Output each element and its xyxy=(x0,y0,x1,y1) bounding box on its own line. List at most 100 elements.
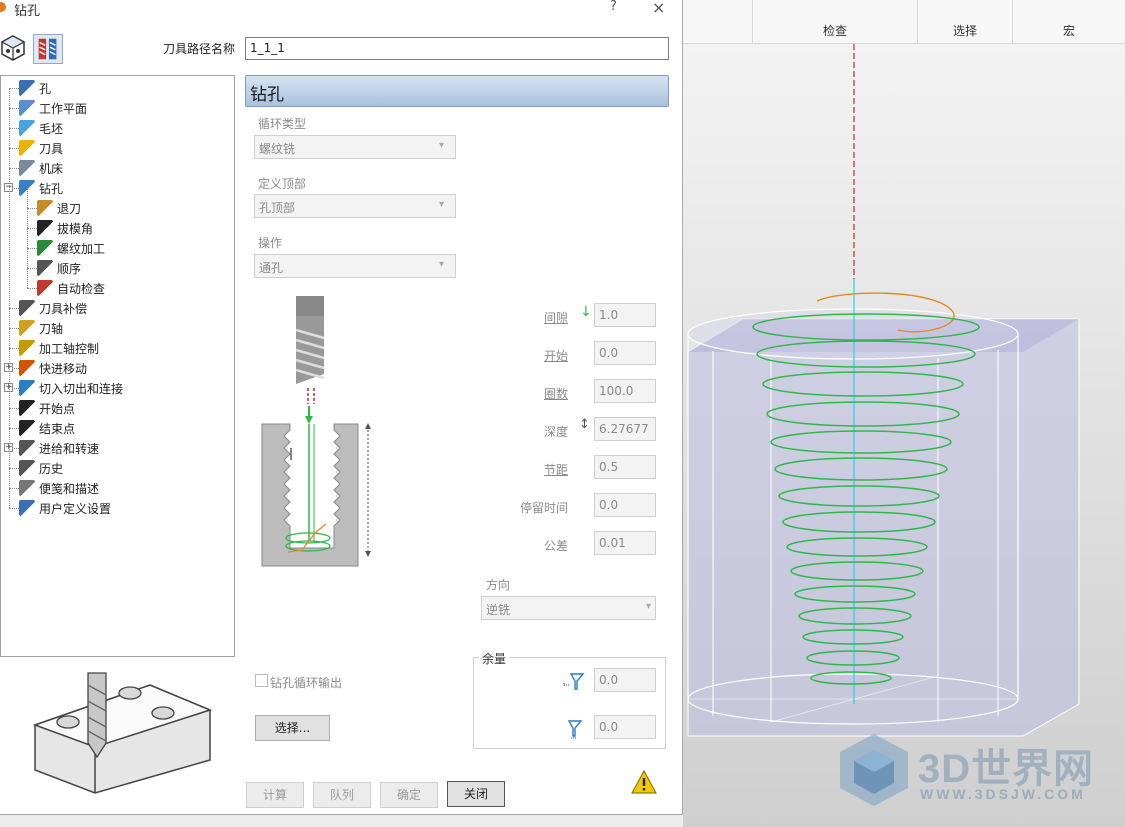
help-button[interactable]: ? xyxy=(610,0,617,14)
tree-item[interactable]: 刀具补偿 xyxy=(19,298,87,318)
tree-item-label: 顺序 xyxy=(57,261,82,276)
tree-item-label: 切入切出和连接 xyxy=(39,381,124,396)
tree-item[interactable]: 进给和转速 xyxy=(19,438,99,458)
tree-item-label: 螺纹加工 xyxy=(57,241,106,256)
tree-item[interactable]: 退刀 xyxy=(37,198,81,218)
tree-item[interactable]: 毛坯 xyxy=(19,118,63,138)
queue-button[interactable]: 队列 xyxy=(313,782,371,808)
tree-item[interactable]: 顺序 xyxy=(37,258,81,278)
define-top-select[interactable]: 孔顶部 ▾ xyxy=(254,194,456,218)
drilling-dialog: 钻孔 ? × 刀具路径名称 1_1_1 孔工作平面 毛坯 刀具 机床 钻孔 − 退刀 拔模角螺… xyxy=(0,0,683,815)
cycle-type-select[interactable]: 螺纹铣 ▾ xyxy=(254,135,456,159)
tree-item[interactable]: 用户定义设置 xyxy=(19,498,111,518)
axial-stock-icon xyxy=(567,720,583,739)
tree-item-label: 工作平面 xyxy=(39,101,88,116)
tree-item[interactable]: 自动检查 xyxy=(37,278,105,298)
pitch-label[interactable]: 节距 xyxy=(544,461,568,478)
section-header: 钻孔 xyxy=(245,75,669,107)
toolpath-name-input[interactable]: 1_1_1 xyxy=(245,37,669,60)
ok-button[interactable]: 确定 xyxy=(380,782,438,808)
tree-item[interactable]: 拔模角 xyxy=(37,218,93,238)
tree-item-label: 进给和转速 xyxy=(39,441,100,456)
tree-item[interactable]: 机床 xyxy=(19,158,63,178)
cycle-type-value: 螺纹铣 xyxy=(259,142,296,156)
depth-label: 深度 xyxy=(544,425,569,439)
drill-cycle-output-label: 钻孔循环输出 xyxy=(270,676,343,690)
turns-label[interactable]: 圈数 xyxy=(544,385,568,402)
axial-stock-field[interactable]: 0.0 xyxy=(594,715,656,739)
tree-connector xyxy=(27,288,37,289)
ribbon-group-select[interactable]: 选择 xyxy=(918,0,1013,44)
dwell-field[interactable]: 0.0 xyxy=(594,493,656,517)
toolpath-template-icon[interactable] xyxy=(0,34,26,62)
operation-select[interactable]: 通孔 ▾ xyxy=(254,254,456,278)
app-icon xyxy=(0,2,6,12)
arrow-down-icon: ↓ xyxy=(580,304,592,320)
hole-icon xyxy=(19,80,35,96)
toolpath-name-label: 刀具路径名称 xyxy=(163,42,236,56)
tree-connector xyxy=(27,228,37,229)
ribbon-group-label: 选择 xyxy=(952,24,977,38)
tree-item-label: 拔模角 xyxy=(57,221,94,236)
tree-item[interactable]: 历史 xyxy=(19,458,63,478)
auto-check-icon xyxy=(37,280,53,296)
drill-cycle-output-checkbox[interactable] xyxy=(255,674,268,687)
tree-item[interactable]: 快进移动 xyxy=(19,358,87,378)
3d-viewport[interactable]: 3D世界网 WWW.3DSJW.COM xyxy=(683,44,1125,827)
dialog-title: 钻孔 xyxy=(14,4,41,19)
tree-connector xyxy=(9,468,19,469)
tree-connector xyxy=(9,108,19,109)
tree-item[interactable]: 开始点 xyxy=(19,398,75,418)
close-button[interactable]: 关闭 xyxy=(447,781,505,807)
tree-item[interactable]: 切入切出和连接 xyxy=(19,378,123,398)
thread-icon xyxy=(37,240,53,256)
tree-item[interactable]: 工作平面 xyxy=(19,98,87,118)
tree-item[interactable]: 结束点 xyxy=(19,418,75,438)
watermark: 3D世界网 WWW.3DSJW.COM xyxy=(838,732,1125,812)
start-label[interactable]: 开始 xyxy=(544,347,568,364)
turns-field[interactable]: 100.0 xyxy=(594,379,656,403)
cycle-type-label: 循环类型 xyxy=(258,117,307,131)
tree-item[interactable]: 刀具 xyxy=(19,138,63,158)
direction-value: 逆铣 xyxy=(486,603,511,617)
toolpath-graphic xyxy=(687,44,1080,737)
tree-item[interactable]: 螺纹加工 xyxy=(37,238,105,258)
tree-connector xyxy=(9,88,19,89)
tree-connector xyxy=(9,408,19,409)
tolerance-label: 公差 xyxy=(544,539,569,553)
direction-select[interactable]: 逆铣 ▾ xyxy=(481,596,656,620)
start-field[interactable]: 0.0 xyxy=(594,341,656,365)
chevron-down-icon: ▾ xyxy=(439,259,445,270)
close-icon[interactable]: × xyxy=(652,0,665,17)
depth-field[interactable]: 6.27677 xyxy=(594,417,656,441)
retract-icon xyxy=(37,200,53,216)
tree-item[interactable]: 便笺和描述 xyxy=(19,478,99,498)
stock-label: 余量 xyxy=(479,650,510,667)
toolpath-display-icon[interactable] xyxy=(33,34,63,64)
clearance-label[interactable]: 间隙 xyxy=(544,309,568,326)
tree-item[interactable]: 钻孔 xyxy=(19,178,63,198)
tree-item[interactable]: 加工轴控制 xyxy=(19,338,99,358)
tree-item[interactable]: 刀轴 xyxy=(19,318,63,338)
radial-stock-field[interactable]: 0.0 xyxy=(594,668,656,692)
calculate-button[interactable]: 计算 xyxy=(246,782,304,808)
tree-item[interactable]: 孔 xyxy=(19,78,51,98)
select-button[interactable]: 选择... xyxy=(255,715,330,741)
tree-item-label: 毛坯 xyxy=(39,121,64,136)
machine-icon xyxy=(19,160,35,176)
ribbon-group-label: 检查 xyxy=(822,24,847,38)
tree-item-label: 退刀 xyxy=(57,201,82,216)
tree-item-label: 自动检查 xyxy=(57,281,106,296)
ribbon-group-check[interactable]: 检查 xyxy=(753,0,918,44)
block-icon xyxy=(19,120,35,136)
define-top-label: 定义顶部 xyxy=(258,177,307,191)
thread-mill-diagram xyxy=(261,296,371,567)
clearance-field[interactable]: 1.0 xyxy=(594,303,656,327)
tolerance-field[interactable]: 0.01 xyxy=(594,531,656,555)
pitch-field[interactable]: 0.5 xyxy=(594,455,656,479)
operation-value: 通孔 xyxy=(259,261,284,275)
ribbon-group-macro[interactable]: 宏 xyxy=(1013,0,1125,44)
warning-icon[interactable] xyxy=(631,770,657,794)
tree-connector xyxy=(9,348,19,349)
tree-item-label: 用户定义设置 xyxy=(39,501,112,516)
